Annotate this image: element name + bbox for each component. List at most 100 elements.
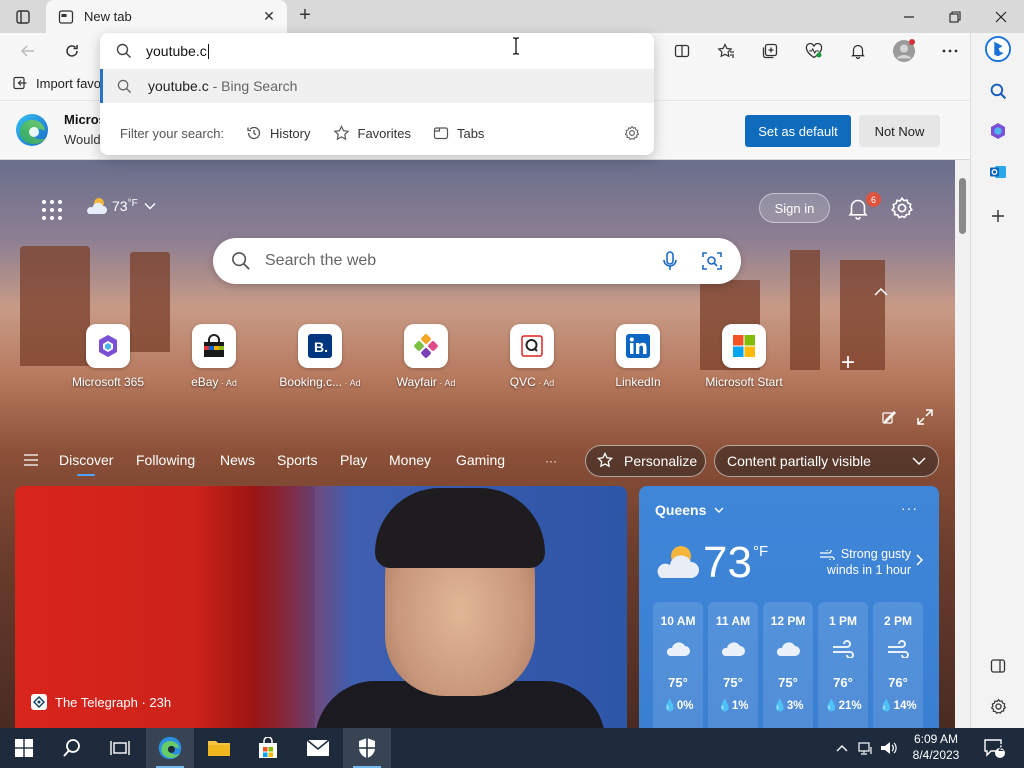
- taskbar-clock[interactable]: 6:09 AM 8/4/2023: [910, 731, 962, 763]
- quicklink-ebay[interactable]: eBay · Ad: [164, 324, 264, 389]
- quicklink-label: Microsoft 365: [71, 375, 145, 389]
- notification-count-badge: 6: [866, 192, 881, 207]
- weather-location-selector[interactable]: Queens: [655, 502, 724, 518]
- sidebar-search[interactable]: [985, 78, 1011, 104]
- content-visibility-label: Content partially visible: [727, 453, 871, 469]
- quicklink-wayfair[interactable]: Wayfair · Ad: [376, 324, 476, 389]
- weather-alert[interactable]: Strong gusty winds in 1 hour: [787, 546, 911, 578]
- action-center-button[interactable]: 2: [972, 728, 1016, 768]
- quicklink-qvc[interactable]: QVC · Ad: [482, 324, 582, 389]
- volume-icon[interactable]: [880, 741, 898, 755]
- page-scrollbar[interactable]: [955, 160, 970, 728]
- search-icon: [117, 79, 132, 93]
- gear-icon[interactable]: [624, 125, 640, 141]
- nav-news[interactable]: News: [220, 452, 255, 468]
- address-input[interactable]: youtube.c: [100, 33, 654, 69]
- visual-search-icon[interactable]: [701, 250, 723, 272]
- task-view-icon: [110, 741, 130, 755]
- personalize-button[interactable]: Personalize: [585, 445, 706, 477]
- weather-more-button[interactable]: ···: [901, 500, 918, 516]
- browser-essentials-icon[interactable]: [800, 39, 828, 63]
- close-window-button[interactable]: [978, 0, 1024, 33]
- add-quicklink-button[interactable]: +: [836, 349, 860, 377]
- not-now-button[interactable]: Not Now: [859, 115, 940, 147]
- favorites-icon[interactable]: [712, 39, 740, 63]
- tab-new-tab[interactable]: New tab ✕: [46, 0, 287, 33]
- notifications-bell-icon[interactable]: [844, 39, 872, 63]
- import-favorites-button[interactable]: Import favo: [12, 75, 101, 91]
- settings-more-icon[interactable]: [936, 39, 964, 63]
- page-settings-gear-icon[interactable]: [890, 196, 914, 220]
- weather-temperature: 73: [703, 538, 752, 587]
- taskbar-edge[interactable]: [146, 728, 194, 768]
- hide-sidebar-button[interactable]: [985, 653, 1011, 679]
- nav-following[interactable]: Following: [136, 452, 195, 468]
- content-visibility-dropdown[interactable]: Content partially visible: [714, 445, 939, 477]
- cloud-icon: [666, 642, 690, 656]
- sidebar-add[interactable]: [985, 203, 1011, 229]
- new-tab-page-icon: [58, 9, 74, 24]
- scrollbar-thumb[interactable]: [959, 178, 966, 234]
- edge-logo-icon: [158, 736, 182, 760]
- quicklink-booking[interactable]: B. Booking.c... · Ad: [270, 324, 370, 389]
- nav-play[interactable]: Play: [340, 452, 367, 468]
- filter-favorites[interactable]: Favorites: [333, 125, 411, 141]
- quicklink-label: eBay: [191, 375, 219, 389]
- weather-mini-widget[interactable]: 73 °F: [84, 196, 156, 216]
- quicklink-microsoft-365[interactable]: Microsoft 365: [58, 324, 158, 389]
- nav-discover[interactable]: Discover: [59, 452, 113, 476]
- sidebar-settings[interactable]: [985, 693, 1011, 719]
- quicklink-linkedin[interactable]: LinkedIn: [588, 324, 688, 389]
- sidebar-office[interactable]: [985, 118, 1011, 144]
- chevron-up-icon[interactable]: [836, 744, 848, 752]
- set-as-default-button[interactable]: Set as default: [745, 115, 851, 147]
- tab-actions-icon[interactable]: [10, 7, 36, 27]
- microphone-icon[interactable]: [659, 250, 681, 272]
- collections-icon[interactable]: [756, 39, 784, 63]
- search-icon: [116, 43, 132, 59]
- filter-history[interactable]: History: [246, 125, 311, 141]
- hourly-forecast-item: 12 PM 75° 💧3%: [763, 602, 813, 728]
- sign-in-button[interactable]: Sign in: [759, 193, 830, 223]
- close-tab-icon[interactable]: ✕: [261, 8, 277, 25]
- edit-background-icon[interactable]: [882, 409, 900, 425]
- search-icon: [990, 83, 1006, 99]
- refresh-button[interactable]: [58, 39, 86, 63]
- nav-sports[interactable]: Sports: [277, 452, 317, 468]
- news-source-label: The Telegraph · 23h: [55, 694, 172, 710]
- expand-icon[interactable]: [916, 408, 934, 426]
- suggestion-bing-search[interactable]: youtube.c - Bing Search: [100, 69, 654, 103]
- sidebar-outlook[interactable]: [985, 159, 1011, 185]
- filter-tabs[interactable]: Tabs: [433, 125, 484, 141]
- start-button[interactable]: [0, 728, 48, 768]
- chevron-right-icon[interactable]: [915, 554, 925, 566]
- taskbar-store[interactable]: [244, 728, 292, 768]
- bing-chat-button[interactable]: [985, 36, 1011, 62]
- weather-card[interactable]: Queens ··· 73 °F Strong gusty winds in 1…: [639, 486, 939, 728]
- task-view-button[interactable]: [96, 728, 144, 768]
- taskbar-search-button[interactable]: [48, 728, 96, 768]
- menu-icon[interactable]: [24, 454, 38, 466]
- web-search-input[interactable]: [265, 252, 635, 270]
- network-icon[interactable]: [858, 741, 874, 755]
- nav-more-button[interactable]: ···: [545, 454, 557, 468]
- quicklink-microsoft-start[interactable]: Microsoft Start: [694, 324, 794, 389]
- split-screen-icon[interactable]: [668, 39, 696, 63]
- restore-button[interactable]: [932, 0, 978, 33]
- feed-navigation: Discover Following News Sports Play Mone…: [0, 444, 955, 478]
- news-card-hero[interactable]: The Telegraph · 23h: [15, 486, 627, 728]
- nav-gaming[interactable]: Gaming: [456, 452, 505, 468]
- taskbar-file-explorer[interactable]: [195, 728, 243, 768]
- qvc-icon: [521, 335, 543, 357]
- tabs-icon: [433, 127, 449, 140]
- chevron-up-icon[interactable]: [873, 286, 889, 298]
- new-tab-button[interactable]: +: [293, 5, 317, 27]
- back-button[interactable]: [14, 39, 42, 63]
- taskbar-mail[interactable]: [294, 728, 342, 768]
- wind-icon: [888, 640, 909, 659]
- profile-avatar[interactable]: [890, 39, 918, 63]
- taskbar-security[interactable]: [343, 728, 391, 768]
- app-launcher-icon[interactable]: [42, 200, 62, 220]
- nav-money[interactable]: Money: [389, 452, 431, 468]
- minimize-button[interactable]: [886, 0, 932, 33]
